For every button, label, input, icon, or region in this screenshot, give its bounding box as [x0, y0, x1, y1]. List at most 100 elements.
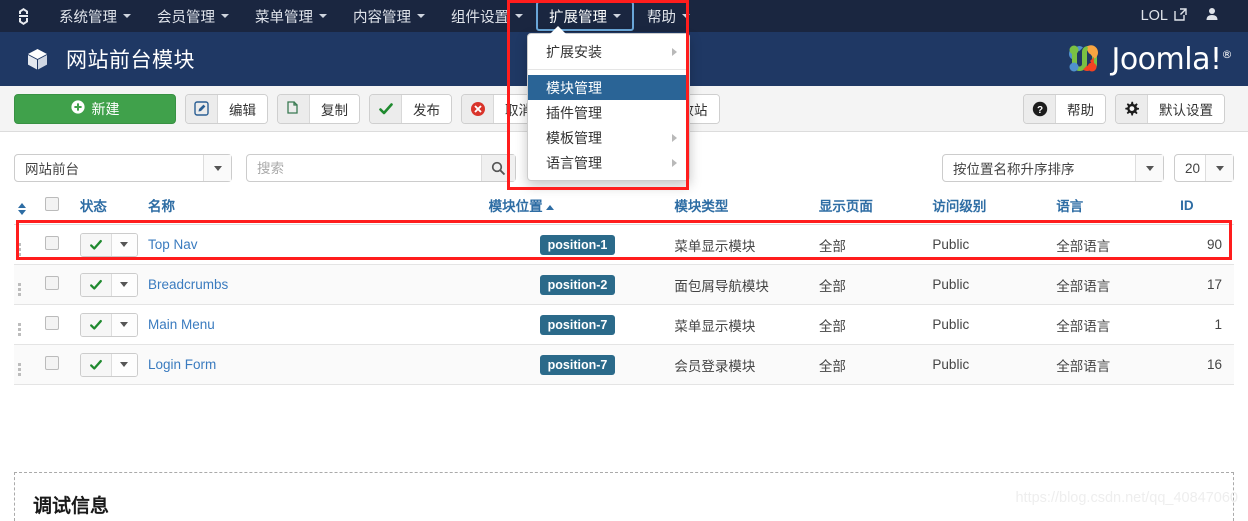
module-name-link[interactable]: Top Nav [148, 237, 198, 252]
menu-item-0[interactable]: 系统管理 [46, 0, 144, 32]
select-all-checkbox[interactable] [44, 196, 59, 211]
row-checkbox[interactable] [44, 236, 59, 250]
toolbar-right-button-1[interactable]: 默认设置 [1115, 93, 1225, 124]
position-badge[interactable]: position-1 [539, 234, 616, 255]
row-id-cell: 90 [1176, 224, 1234, 265]
row-pages-cell: 全部 [814, 224, 929, 265]
position-badge[interactable]: position-2 [539, 274, 616, 295]
th-pages[interactable]: 显示页面 [814, 190, 929, 225]
row-language-cell: 全部语言 [1052, 344, 1177, 385]
th-select-all[interactable] [40, 190, 76, 225]
toolbar-button-1[interactable]: 复制 [277, 93, 360, 124]
chevron-right-icon [672, 133, 677, 142]
dropdown-item-2[interactable]: 模块管理 [528, 75, 689, 100]
topbar-right: LOL [1129, 0, 1248, 32]
check-icon[interactable] [80, 313, 111, 336]
table-header: 状态 名称 模块位置 模块类型 显示页面 访问级别 语言 ID [14, 190, 1234, 225]
row-checkbox[interactable] [44, 316, 59, 330]
row-access-cell: Public [928, 224, 1053, 265]
chevron-down-icon [515, 14, 523, 18]
menu-item-3[interactable]: 内容管理 [340, 0, 438, 32]
publish-toggle[interactable] [79, 272, 138, 297]
limit-select[interactable]: 20 [1174, 154, 1234, 182]
chevron-down-icon [417, 14, 425, 18]
question-circle-icon: ? [1024, 94, 1056, 123]
module-name-link[interactable]: Login Form [148, 357, 216, 372]
publish-toggle[interactable] [79, 312, 138, 337]
check-icon[interactable] [80, 353, 111, 376]
row-id-cell: 16 [1176, 344, 1234, 385]
admin-page: 系统管理 会员管理 菜单管理 内容管理 组件设置 扩展管理 帮助 LOL 网站前… [0, 0, 1248, 521]
position-badge[interactable]: position-7 [539, 354, 616, 375]
site-preview-link[interactable]: LOL [1129, 7, 1199, 25]
menu-item-6[interactable]: 帮助 [634, 0, 703, 32]
user-menu[interactable] [1199, 7, 1238, 26]
toolbar-button-2[interactable]: 发布 [369, 93, 452, 124]
th-id[interactable]: ID [1176, 190, 1234, 225]
th-ordering[interactable] [14, 190, 41, 225]
row-drag-handle[interactable] [14, 304, 41, 345]
publish-toggle[interactable] [79, 352, 138, 377]
position-badge[interactable]: position-7 [539, 314, 616, 335]
row-drag-handle[interactable] [14, 344, 41, 385]
search-box [246, 154, 516, 182]
dropdown-item-3[interactable]: 插件管理 [528, 100, 689, 125]
check-icon[interactable] [80, 233, 111, 256]
row-drag-handle[interactable] [14, 224, 41, 265]
row-checkbox[interactable] [44, 276, 59, 290]
th-state[interactable]: 状态 [75, 190, 145, 225]
check-icon [370, 94, 402, 123]
th-access[interactable]: 访问级别 [928, 190, 1053, 225]
menu-item-4[interactable]: 组件设置 [438, 0, 536, 32]
top-menu-bar: 系统管理 会员管理 菜单管理 内容管理 组件设置 扩展管理 帮助 LOL [0, 0, 1248, 32]
row-position-cell: position-7 [484, 304, 671, 345]
menu-item-1[interactable]: 会员管理 [144, 0, 242, 32]
sort-select[interactable]: 按位置名称升序排序 [942, 154, 1164, 182]
row-language-cell: 全部语言 [1052, 264, 1177, 305]
dropdown-item-5[interactable]: 语言管理 [528, 150, 689, 175]
row-type-cell: 菜单显示模块 [670, 304, 815, 345]
th-type[interactable]: 模块类型 [670, 190, 815, 225]
chevron-down-icon[interactable] [110, 273, 137, 296]
toolbar-right-button-0[interactable]: ? 帮助 [1023, 93, 1106, 124]
chevron-down-icon[interactable] [110, 313, 137, 336]
chevron-down-icon[interactable] [110, 233, 137, 256]
menu-item-label: 菜单管理 [255, 9, 313, 26]
th-language[interactable]: 语言 [1052, 190, 1177, 225]
client-filter-select[interactable]: 网站前台 [14, 154, 232, 182]
search-icon[interactable] [481, 155, 515, 181]
row-checkbox[interactable] [44, 356, 59, 370]
chevron-down-icon[interactable] [1205, 155, 1233, 181]
module-name-link[interactable]: Breadcrumbs [148, 277, 228, 292]
th-position[interactable]: 模块位置 [484, 190, 671, 225]
row-position-cell: position-1 [484, 224, 671, 265]
chevron-down-icon[interactable] [1135, 155, 1163, 181]
main-menu: 系统管理 会员管理 菜单管理 内容管理 组件设置 扩展管理 帮助 [46, 0, 703, 32]
dropdown-item-4[interactable]: 模板管理 [528, 125, 689, 150]
plus-circle-icon [70, 100, 85, 117]
joomla-mark-icon[interactable] [0, 0, 46, 32]
sort-asc-icon [545, 204, 554, 210]
grip-icon [18, 282, 21, 296]
grip-icon [18, 362, 21, 376]
search-input[interactable] [247, 155, 481, 181]
check-icon[interactable] [80, 273, 111, 296]
module-name-link[interactable]: Main Menu [148, 317, 215, 332]
menu-item-label: 系统管理 [59, 9, 117, 26]
new-button[interactable]: 新建 [14, 93, 176, 124]
chevron-down-icon[interactable] [203, 155, 231, 181]
dropdown-item-0[interactable]: 扩展安装 [528, 39, 689, 64]
menu-item-2[interactable]: 菜单管理 [242, 0, 340, 32]
joomla-symbol-icon [1069, 45, 1099, 72]
row-id-cell: 17 [1176, 264, 1234, 305]
th-name[interactable]: 名称 [144, 190, 485, 225]
table-row: Top Nav position-1 菜单显示模块 全部 Public 全部语言 90 [14, 224, 1234, 265]
row-drag-handle[interactable] [14, 264, 41, 305]
toolbar-button-0[interactable]: 编辑 [185, 93, 268, 124]
row-name-cell: Top Nav [144, 224, 485, 265]
cancel-circle-icon [462, 94, 494, 123]
chevron-down-icon[interactable] [110, 353, 137, 376]
row-pages-cell: 全部 [814, 344, 929, 385]
row-name-cell: Breadcrumbs [144, 264, 485, 305]
publish-toggle[interactable] [79, 232, 138, 257]
